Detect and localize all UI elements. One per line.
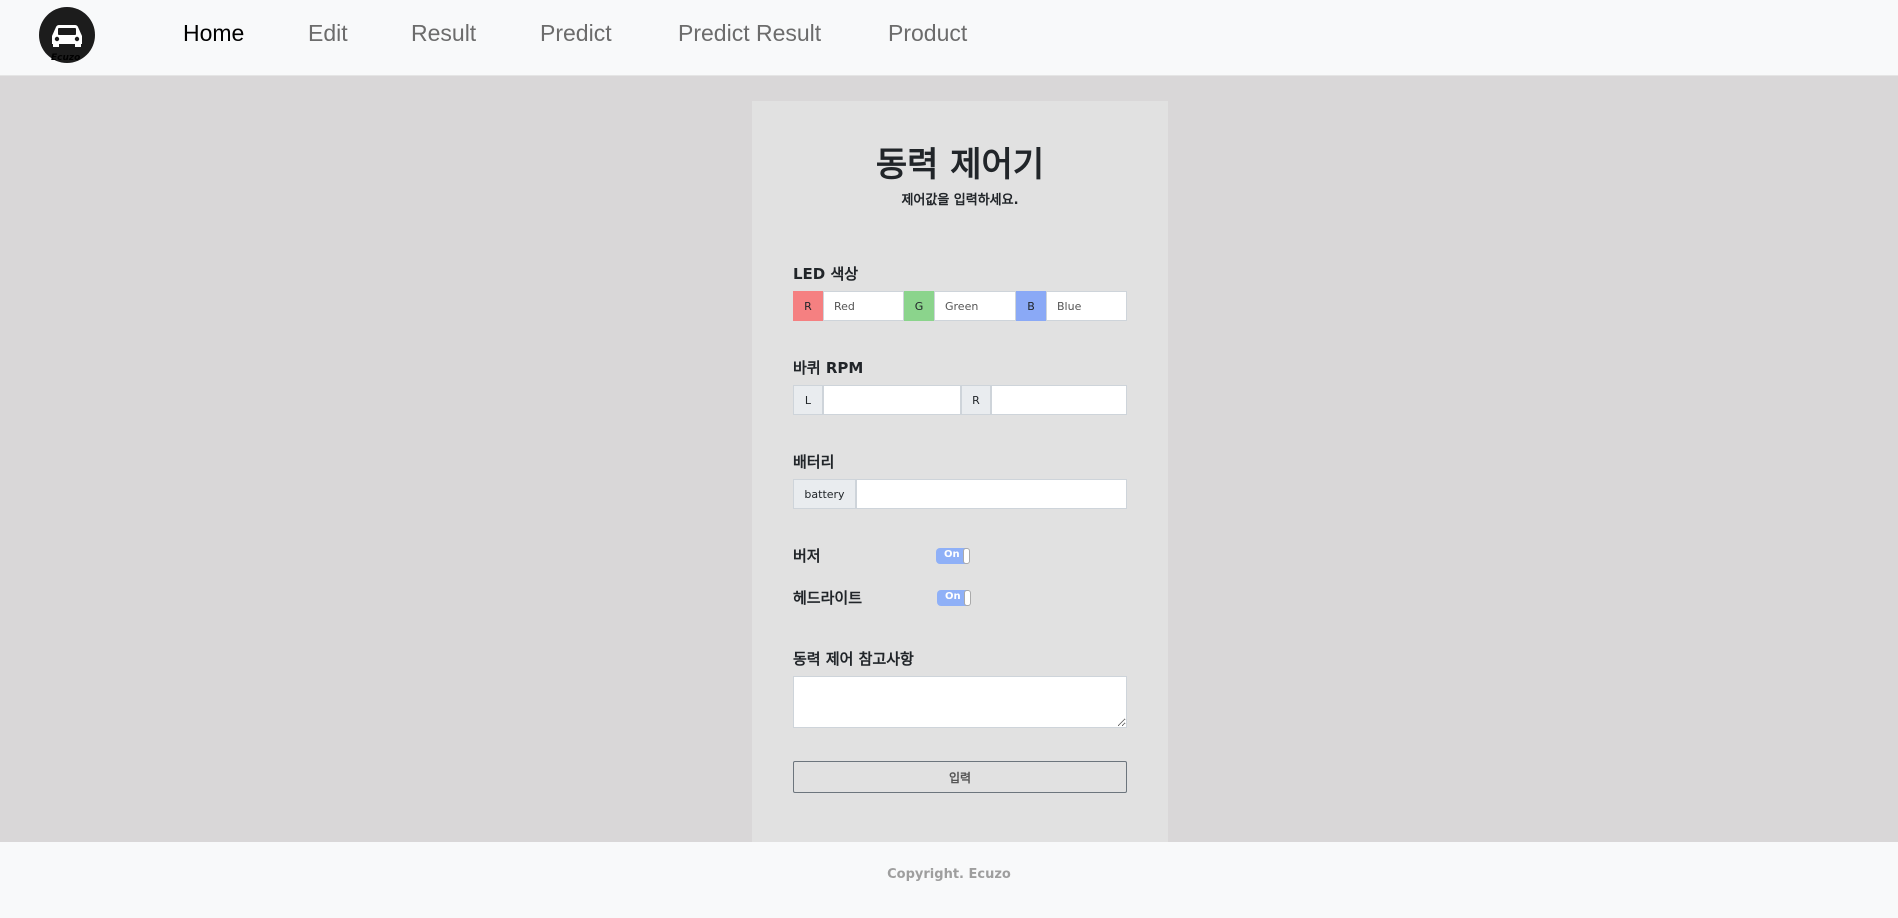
- nav-product[interactable]: Product: [888, 20, 967, 47]
- logo[interactable]: Ecuzo: [36, 6, 98, 68]
- led-blue-input[interactable]: [1046, 291, 1127, 321]
- battery-label: 배터리: [793, 453, 835, 471]
- notes-label: 동력 제어 참고사항: [793, 650, 914, 668]
- buzzer-toggle-text: On: [944, 549, 960, 560]
- battery-input[interactable]: [856, 479, 1127, 509]
- control-form-card: 동력 제어기 제어값을 입력하세요. LED 색상 R G B 바퀴 RPM L…: [752, 101, 1168, 842]
- headlight-toggle[interactable]: On: [937, 590, 971, 606]
- headlight-toggle-text: On: [945, 591, 961, 602]
- nav-result[interactable]: Result: [411, 20, 476, 47]
- wheel-rpm-label: 바퀴 RPM: [793, 359, 864, 377]
- headlight-label: 헤드라이트: [793, 589, 863, 607]
- led-r-addon: R: [793, 291, 823, 321]
- logo-text: Ecuzo: [51, 53, 81, 63]
- rpm-right-input[interactable]: [991, 385, 1127, 415]
- nav-predict[interactable]: Predict: [540, 20, 612, 47]
- led-b-addon: B: [1016, 291, 1046, 321]
- led-color-label: LED 색상: [793, 265, 859, 283]
- led-g-addon: G: [904, 291, 934, 321]
- footer: Copyright. Ecuzo: [0, 842, 1898, 918]
- nav-home[interactable]: Home: [183, 20, 244, 47]
- led-green-input[interactable]: [934, 291, 1016, 321]
- rpm-left-input[interactable]: [823, 385, 961, 415]
- buzzer-label: 버저: [793, 547, 821, 565]
- buzzer-toggle-knob: [963, 548, 970, 564]
- notes-textarea[interactable]: [793, 676, 1127, 728]
- led-red-input[interactable]: [823, 291, 904, 321]
- nav-edit[interactable]: Edit: [308, 20, 348, 47]
- form-title: 동력 제어기: [875, 145, 1045, 185]
- buzzer-toggle[interactable]: On: [936, 548, 970, 564]
- headlight-toggle-knob: [964, 590, 971, 606]
- battery-addon: battery: [793, 479, 856, 509]
- copyright-text: Copyright. Ecuzo: [887, 867, 1011, 882]
- rpm-r-addon: R: [961, 385, 991, 415]
- navbar: Ecuzo Home Edit Result Predict Predict R…: [0, 0, 1898, 76]
- form-subtitle: 제어값을 입력하세요.: [901, 193, 1019, 208]
- rpm-l-addon: L: [793, 385, 823, 415]
- submit-button[interactable]: 입력: [793, 761, 1127, 793]
- nav-predict-result[interactable]: Predict Result: [678, 20, 821, 47]
